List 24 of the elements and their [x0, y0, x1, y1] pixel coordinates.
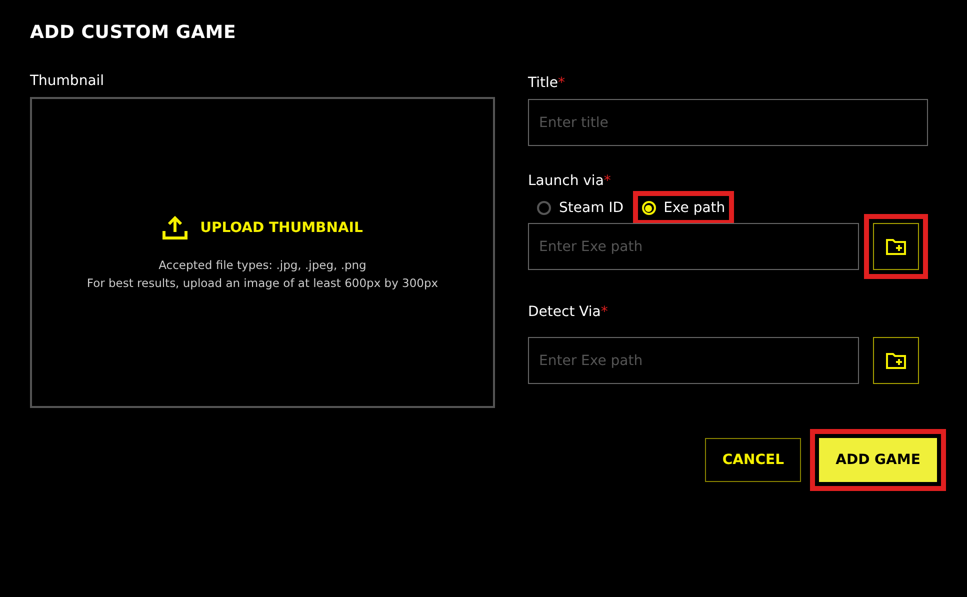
field-label: Title — [528, 75, 558, 91]
radio-option[interactable]: Steam ID — [537, 200, 624, 216]
add-game-button[interactable]: ADD GAME — [819, 438, 937, 482]
upload-area[interactable]: UPLOAD THUMBNAIL Accepted file types: .jpg, .jpeg, .png For best results, upload an image of at least 600px by 300px — [30, 97, 495, 408]
exe-path-field[interactable]: Enter Exe path — [528, 337, 859, 384]
browse-button[interactable] — [873, 337, 919, 384]
exe-path-field[interactable]: Enter Exe path — [528, 223, 859, 270]
hint-text: Accepted file types: .jpg, .jpeg, .png — [158, 258, 366, 272]
field-label: Detect Via — [528, 304, 601, 320]
required-asterisk: * — [558, 75, 566, 91]
upload-icon — [162, 216, 188, 240]
field-label: Thumbnail — [30, 73, 104, 89]
field-label: Launch via — [528, 173, 604, 189]
upload-button[interactable]: UPLOAD THUMBNAIL — [162, 216, 363, 240]
required-asterisk: * — [604, 173, 611, 189]
title-field[interactable]: Enter title — [528, 99, 928, 146]
radio-option[interactable]: Exe path — [642, 200, 726, 216]
browse-button[interactable] — [873, 223, 919, 270]
cancel-button[interactable]: CANCEL — [705, 438, 801, 482]
folder-plus-icon — [886, 352, 906, 368]
folder-plus-icon — [886, 238, 906, 254]
hint-text: For best results, upload an image of at least 600px by 300px — [86, 276, 438, 290]
required-asterisk: * — [600, 304, 608, 320]
dialog-title: ADD CUSTOM GAME — [30, 22, 238, 43]
